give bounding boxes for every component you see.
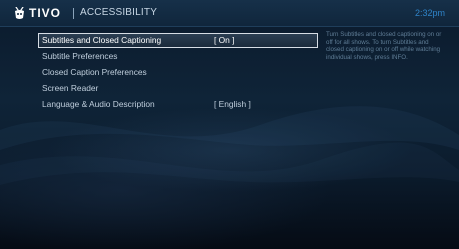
tivo-robot-icon — [15, 6, 24, 19]
menu-item-label: Language & Audio Description — [42, 99, 155, 109]
page-title: ACCESSIBILITY — [80, 7, 158, 18]
accessibility-menu: Subtitles and Closed Captioning [ On ] S… — [38, 33, 320, 113]
background-wave — [0, 106, 459, 185]
menu-item-subtitles-closed-captioning[interactable]: Subtitles and Closed Captioning [ On ] — [38, 33, 318, 48]
menu-item-label: Screen Reader — [42, 83, 99, 93]
menu-item-subtitle-preferences[interactable]: Subtitle Preferences — [38, 49, 320, 64]
tivo-accessibility-screen: TIVO ACCESSIBILITY 2:32pm Subtitles and … — [0, 0, 459, 249]
top-bar: TIVO ACCESSIBILITY 2:32pm — [0, 0, 459, 27]
header-divider — [73, 8, 74, 19]
menu-item-value: [ On ] — [214, 35, 235, 45]
menu-item-value: [ English ] — [214, 99, 251, 109]
logo-text: TIVO — [29, 6, 62, 20]
menu-item-label: Closed Caption Preferences — [42, 67, 147, 77]
menu-item-closed-caption-preferences[interactable]: Closed Caption Preferences — [38, 65, 320, 80]
tivo-logo: TIVO — [14, 6, 61, 20]
menu-item-label: Subtitles and Closed Captioning — [42, 35, 162, 45]
menu-item-language-audio-description[interactable]: Language & Audio Description [ English ] — [38, 97, 320, 112]
clock: 2:32pm — [414, 8, 445, 18]
menu-item-screen-reader[interactable]: Screen Reader — [38, 81, 320, 96]
help-text: Turn Subtitles and closed captioning on … — [326, 31, 442, 61]
menu-item-label: Subtitle Preferences — [42, 51, 118, 61]
